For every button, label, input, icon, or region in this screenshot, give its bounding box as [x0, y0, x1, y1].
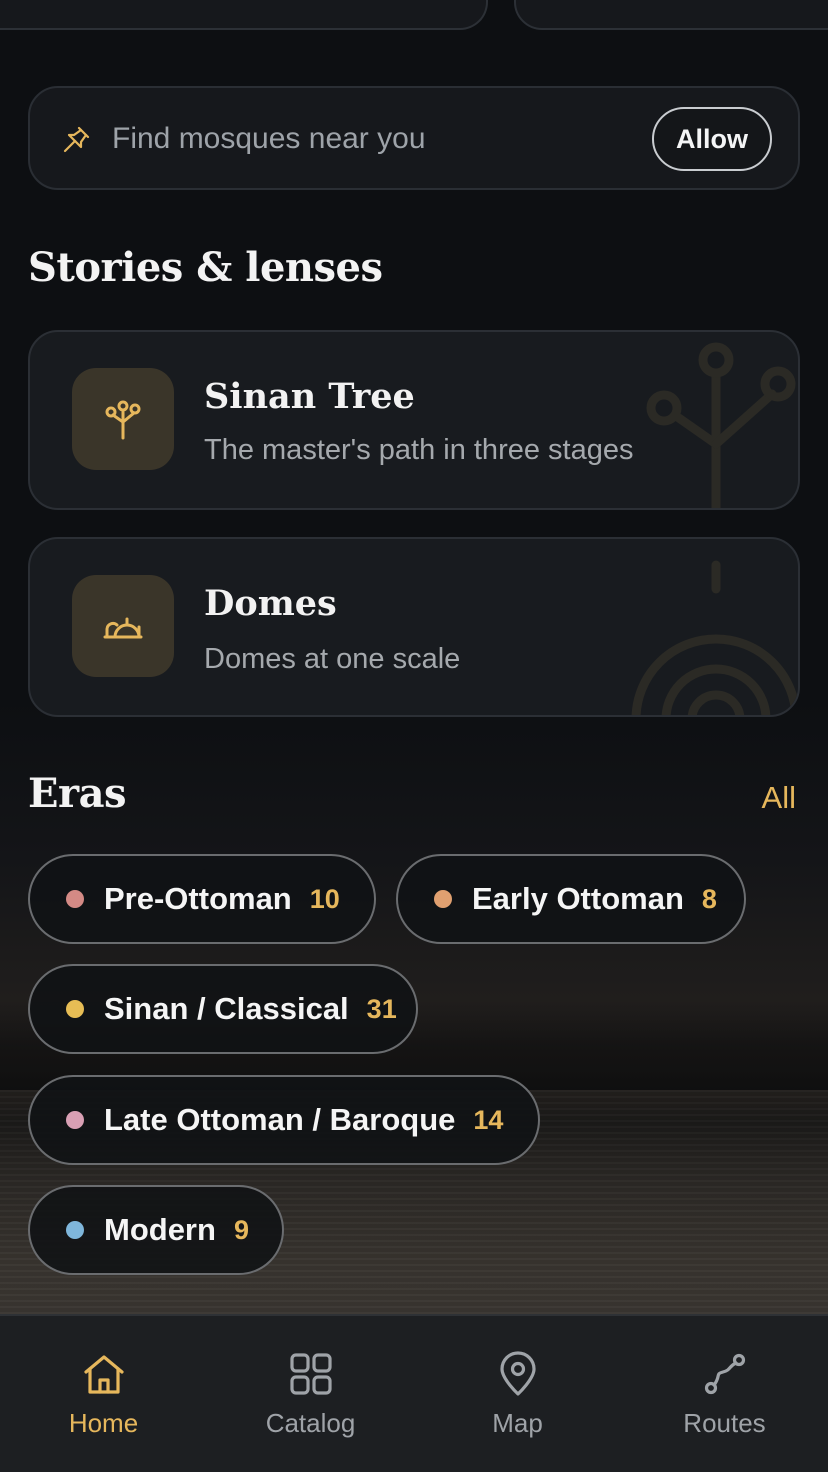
- nav-catalog-label: Catalog: [265, 1408, 356, 1438]
- era-chip-count: 9: [233, 1214, 249, 1245]
- eras-all-link[interactable]: All: [762, 780, 796, 816]
- allow-location-button[interactable]: Allow: [652, 107, 772, 171]
- location-banner: Find mosques near you Allow: [28, 86, 800, 190]
- dome-icon-box: [72, 575, 174, 677]
- previous-card-right[interactable]: [514, 0, 828, 30]
- era-chip-label: Early Ottoman: [472, 881, 684, 916]
- era-chip-label: Sinan / Classical: [104, 991, 349, 1026]
- eras-section-title: Eras: [28, 770, 127, 817]
- lens-card-title: Domes: [204, 583, 337, 624]
- bottom-navigation: Home Catalog Map Routes: [0, 1314, 828, 1472]
- nav-home[interactable]: Home: [0, 1316, 207, 1472]
- home-icon: [83, 1355, 124, 1394]
- location-banner-text: Find mosques near you: [112, 122, 426, 155]
- era-chip-count: 8: [701, 883, 717, 914]
- nav-map[interactable]: Map: [414, 1316, 621, 1472]
- era-color-dot: [66, 890, 84, 908]
- era-chip-sinan-classical[interactable]: Sinan / Classical 31: [28, 964, 418, 1054]
- tree-decoration-icon: [646, 342, 796, 508]
- era-chip-count: 31: [366, 993, 397, 1024]
- nav-routes[interactable]: Routes: [621, 1316, 828, 1472]
- map-pin-icon: [499, 1351, 536, 1396]
- nav-catalog[interactable]: Catalog: [207, 1316, 414, 1472]
- tree-icon: [105, 400, 141, 440]
- era-chip-late-ottoman-baroque[interactable]: Late Ottoman / Baroque 14: [28, 1075, 540, 1165]
- dome-icon: [103, 617, 143, 639]
- era-color-dot: [434, 890, 452, 908]
- lens-card-subtitle: The master's path in three stages: [204, 434, 634, 466]
- previous-card-left[interactable]: [0, 0, 488, 30]
- lens-card-subtitle: Domes at one scale: [204, 643, 461, 675]
- nav-routes-label: Routes: [683, 1408, 766, 1438]
- era-chip-label: Modern: [104, 1212, 216, 1247]
- era-chip-count: 10: [309, 883, 340, 914]
- stories-section-title: Stories & lenses: [28, 244, 383, 291]
- era-chip-label: Pre-Ottoman: [104, 881, 292, 916]
- era-color-dot: [66, 1000, 84, 1018]
- home-screen: Find mosques near you Allow Stories & le…: [0, 0, 828, 1472]
- era-chip-early-ottoman[interactable]: Early Ottoman 8: [396, 854, 746, 944]
- nav-map-label: Map: [492, 1408, 543, 1438]
- era-chip-modern[interactable]: Modern 9: [28, 1185, 284, 1275]
- era-chip-pre-ottoman[interactable]: Pre-Ottoman 10: [28, 854, 376, 944]
- nav-home-label: Home: [68, 1408, 139, 1438]
- era-color-dot: [66, 1221, 84, 1239]
- dome-decoration-icon: [631, 560, 798, 715]
- grid-icon: [289, 1353, 332, 1395]
- era-chip-count: 14: [473, 1104, 504, 1135]
- lens-card-sinan-tree[interactable]: Sinan Tree The master's path in three st…: [28, 330, 800, 510]
- lens-card-title: Sinan Tree: [204, 376, 415, 417]
- tree-icon-box: [72, 368, 174, 470]
- route-icon: [704, 1353, 745, 1395]
- pin-icon: [63, 126, 90, 153]
- era-color-dot: [66, 1111, 84, 1129]
- era-chip-label: Late Ottoman / Baroque: [104, 1102, 456, 1137]
- lens-card-domes[interactable]: Domes Domes at one scale: [28, 537, 800, 717]
